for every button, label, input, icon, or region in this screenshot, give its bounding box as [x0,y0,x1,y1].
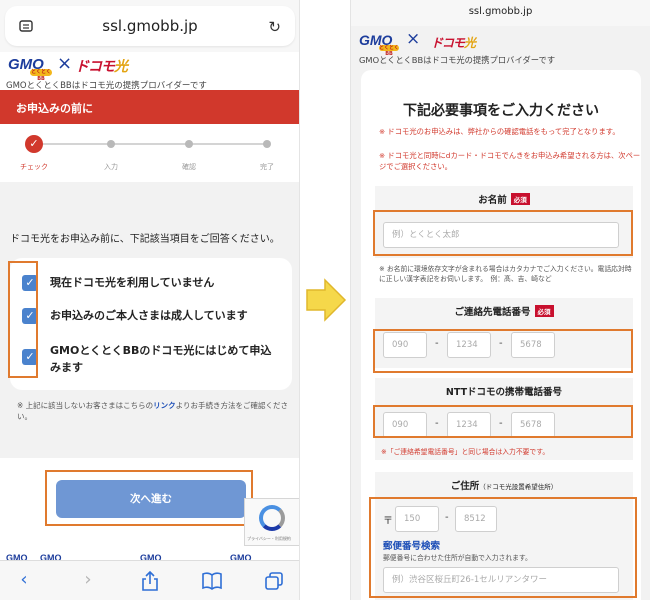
url-field[interactable]: ssl.gmobb.jp ↻ [5,6,295,46]
note-text: ※ 上記に該当しないお客さまはこちらの [17,401,154,410]
ntt-phone-help: ※「ご連絡希望電話番号」と同じ場合は入力不要です。 [381,448,550,456]
address-bar: ssl.gmobb.jp ↻ [0,0,299,52]
collab-x-icon: × [57,53,73,74]
step-input-dot [107,140,115,148]
step-complete-dot [263,140,271,148]
eligibility-note: ※ 上記に該当しないお客さまはこちらのリンクよりお手続き方法をご確認ください。 [17,400,292,422]
eligibility-link[interactable]: リンク [153,401,176,410]
url-text: ssl.gmobb.jp [468,6,533,17]
progress-line [34,143,268,145]
form-title: 下記必要事項をご入力ください [403,103,599,119]
share-icon[interactable] [139,570,161,592]
question-text: ドコモ光をお申込み前に、下記該当項目をご回答ください。 [10,234,280,245]
recaptcha-icon [259,505,285,531]
back-icon[interactable]: ‹ [12,569,36,590]
docomo-hikari-logo: ドコモ光 [431,36,476,50]
ntt-phone-highlight-frame [373,405,633,438]
notice-confirmation-call: ※ ドコモ光のお申込みは、弊社からの確認電話をもって完了となります。 [379,127,620,136]
right-screen: ssl.gmobb.jp GMO とくとくBB × ドコモ光 GMOとくとくBB… [350,0,650,600]
name-highlight-frame [373,210,633,256]
footer-peek: GMO GMO GMO GMO [0,550,299,560]
docomo-hikari-logo: ドコモ光 [75,59,128,75]
provider-tagline: GMOとくとくBBはドコモ光の提携プロバイダーです [359,55,556,65]
checklist-item-label: GMOとくとくBBのドコモ光にはじめて申込みます [50,344,272,374]
notice-dcard: ※ ドコモ光と同時にdカード・ドコモでんきをお申込み希望される方は、次ページでご… [379,151,641,171]
gmo-logo: GMO [140,553,162,560]
forward-icon[interactable]: › [76,569,100,590]
reload-icon[interactable]: ↻ [268,18,281,36]
step-label-confirm: 確認 [182,163,196,171]
url-text: ssl.gmobb.jp [102,17,198,35]
gmo-logo: GMO [6,553,28,560]
name-label: お名前 必須 [375,192,633,206]
tokutoku-logo: とくとくBB [30,69,52,82]
next-button-highlight-frame [45,470,253,526]
recaptcha-text: プライバシー・利用規約 [247,536,291,541]
address-label: ご住所（ドコモ光設置希望住所） [450,481,558,492]
checklist-card: ✓ 現在ドコモ光を利用していません ✓ お申込みのご本人さまは成人しています ✓… [10,258,292,390]
name-help-text: ※ お名前に環境依存文字が含まれる場合はカタカナでご入力ください。電話応対時に正… [379,265,632,283]
checklist-item-label: 現在ドコモ光を利用していません [50,276,215,289]
tabs-icon[interactable] [264,571,284,591]
step-label-check: チェック [20,163,48,171]
progress-steps: ✓ チェック 入力 確認 完了 [0,124,299,182]
checkbox-highlight-frame [8,261,38,378]
collab-x-icon: × [406,29,421,49]
contact-phone-highlight-frame [373,329,633,373]
required-badge: 必須 [510,193,530,205]
next-step-arrow-icon [306,278,347,322]
ntt-phone-label: NTTドコモの携帯電話番号 [445,387,563,398]
required-badge: 必須 [534,305,554,317]
address-bar: ssl.gmobb.jp [351,0,650,26]
section-header-title: お申込みの前に [16,102,93,115]
brand-header: GMO とくとくBB × ドコモ光 GMOとくとくBBはドコモ光の提携プロバイダ… [351,26,650,66]
brand-header: GMO とくとくBB × ドコモ光 GMOとくとくBBはドコモ光の提携プロバイダ… [0,52,299,91]
gmo-logo: GMO [230,553,252,560]
left-screen: ssl.gmobb.jp ↻ GMO とくとくBB × ドコモ光 GMOとくとく… [0,0,300,600]
address-highlight-frame [369,497,637,598]
step-label-complete: 完了 [260,163,274,171]
browser-toolbar: ‹ › [0,560,299,600]
gmo-logo: GMO [40,553,62,560]
tokutoku-logo: とくとくBB [379,45,399,57]
bookmarks-icon[interactable] [201,571,223,591]
section-header: お申込みの前に [0,90,299,124]
checklist-item-label: お申込みのご本人さまは成人しています [50,309,248,322]
step-check-active-icon: ✓ [25,135,43,153]
contact-phone-label: ご連絡先電話番号 必須 [375,304,633,318]
recaptcha-badge[interactable]: プライバシー・利用規約 [244,498,299,546]
step-confirm-dot [185,140,193,148]
step-label-input: 入力 [104,163,118,171]
